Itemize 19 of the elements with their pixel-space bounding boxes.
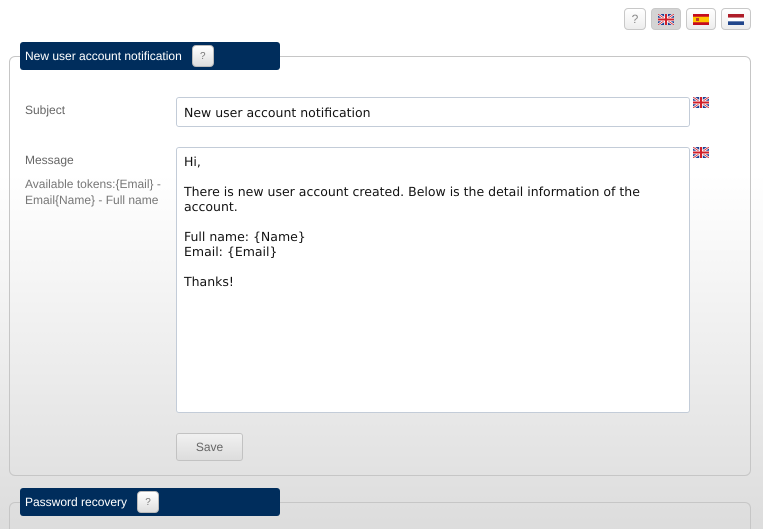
field-label: Subject (25, 103, 66, 117)
language-button[interactable] (651, 8, 681, 30)
flag-icon (693, 97, 709, 108)
save-button[interactable]: Save (176, 433, 243, 461)
language-button[interactable] (721, 8, 751, 30)
flag-icon (693, 147, 709, 158)
section-title: Password recovery (25, 495, 128, 509)
help-button[interactable]: ? (624, 8, 646, 30)
tokens-hint: Available tokens:{Email} - Email{Name} - Full name (25, 176, 162, 208)
flag-icon (728, 14, 744, 24)
help-button[interactable]: ? (137, 491, 160, 513)
flag-icon (693, 14, 709, 24)
help-button[interactable]: ? (192, 45, 214, 67)
flag-icon (658, 14, 674, 24)
message-field[interactable]: Hi, There is new user account created. Below is the detail information of the account. Full name: {Name} Email: {Email} Thanks! (176, 147, 690, 413)
language-button[interactable] (686, 8, 716, 30)
subject-field[interactable]: New user account notification (176, 97, 690, 127)
field-label: Message (25, 153, 75, 167)
section-title: New user account notification (25, 49, 182, 63)
